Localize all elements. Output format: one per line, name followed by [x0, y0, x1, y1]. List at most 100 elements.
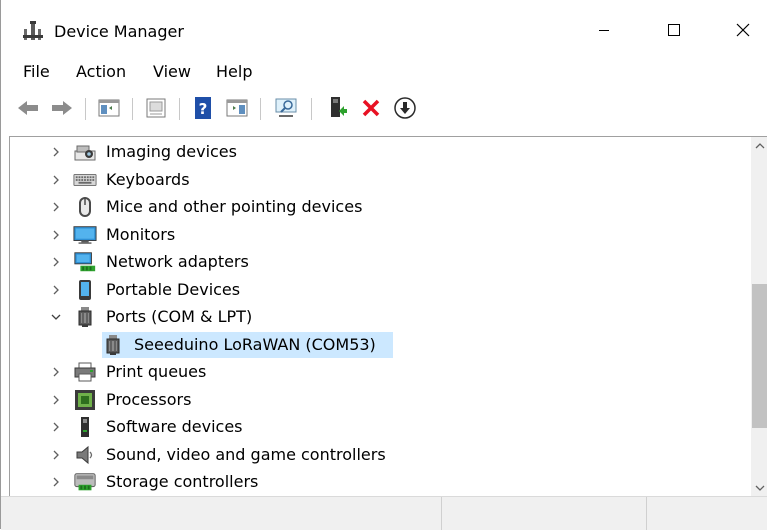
menu-file[interactable]: File	[19, 60, 54, 84]
status-bar-divider	[441, 497, 442, 530]
chevron-down-icon	[51, 314, 61, 320]
show-hide-console-tree-button[interactable]	[95, 95, 123, 121]
show-action-pane-button[interactable]	[223, 95, 251, 121]
scan-hardware-changes-icon	[275, 98, 297, 117]
expand-toggle[interactable]	[48, 227, 64, 243]
chevron-right-icon	[53, 477, 59, 487]
tree-category-item[interactable]: Mice and other pointing devices	[10, 194, 750, 220]
expand-toggle[interactable]	[48, 282, 64, 298]
chevron-right-icon	[53, 257, 59, 267]
help-button[interactable]: ?	[189, 95, 217, 121]
uninstall-device-icon	[362, 99, 380, 117]
network-adapter-icon	[73, 251, 97, 273]
close-button[interactable]	[720, 10, 766, 50]
storage-controller-icon	[73, 471, 97, 493]
tree-category-item[interactable]: Storage controllers	[10, 469, 750, 495]
device-manager-window: Device Manager File Action View Help ? I…	[0, 0, 767, 530]
scroll-up-button[interactable]	[751, 137, 767, 154]
chevron-right-icon	[53, 367, 59, 377]
toolbar-separator	[179, 98, 180, 120]
tree-category-item[interactable]: Processors	[10, 387, 750, 413]
uninstall-device-button[interactable]	[357, 95, 385, 121]
keyboard-icon	[73, 169, 97, 191]
tree-category-item[interactable]: Sound, video and game controllers	[10, 442, 750, 468]
tree-item-label: Portable Devices	[106, 279, 241, 299]
toolbar: ?	[1, 88, 767, 128]
menu-view[interactable]: View	[149, 60, 195, 84]
expand-toggle[interactable]	[48, 392, 64, 408]
forward-button[interactable]	[48, 95, 76, 121]
update-driver-icon	[331, 97, 347, 117]
tree-category-item[interactable]: Imaging devices	[10, 139, 750, 165]
port-icon	[101, 334, 125, 356]
forward-icon	[52, 101, 72, 115]
device-tree[interactable]: Imaging devices Keyboards Mice and other p…	[9, 136, 767, 496]
portable-device-icon	[73, 279, 97, 301]
scroll-thumb[interactable]	[752, 284, 767, 428]
chevron-right-icon	[53, 450, 59, 459]
tree-category-item[interactable]: Keyboards	[10, 167, 750, 193]
toolbar-separator	[311, 98, 312, 120]
help-icon: ?	[195, 97, 211, 119]
download-button[interactable]	[391, 95, 419, 121]
tree-category-item[interactable]: Monitors	[10, 222, 750, 248]
chevron-right-icon	[53, 395, 59, 404]
tree-item-label: Monitors	[106, 224, 176, 244]
menu-bar: File Action View Help	[1, 56, 767, 88]
chevron-right-icon	[53, 422, 59, 432]
mouse-icon	[73, 196, 97, 218]
expand-toggle[interactable]	[48, 447, 64, 463]
tree-category-item[interactable]: Portable Devices	[10, 277, 750, 303]
monitor-icon	[73, 224, 97, 246]
expand-toggle[interactable]	[48, 172, 64, 188]
vertical-scrollbar[interactable]	[751, 137, 767, 496]
expand-toggle[interactable]	[48, 419, 64, 435]
port-icon	[73, 306, 97, 328]
tree-item-label: Storage controllers	[106, 472, 259, 491]
chevron-right-icon	[53, 285, 59, 294]
software-device-icon	[73, 416, 97, 438]
expand-toggle[interactable]	[48, 364, 64, 380]
title-bar[interactable]: Device Manager	[1, 0, 767, 56]
tree-category-item[interactable]: Software devices	[10, 414, 750, 440]
window-title: Device Manager	[54, 22, 184, 41]
update-driver-button[interactable]	[323, 95, 351, 121]
tree-category-item[interactable]: Network adapters	[10, 249, 750, 275]
show-action-pane-icon	[226, 99, 248, 117]
tree-child-item[interactable]: Seeeduino LoRaWAN (COM53)	[10, 331, 750, 358]
tree-item-label: Mice and other pointing devices	[106, 197, 363, 216]
maximize-button[interactable]	[651, 10, 697, 50]
expand-toggle[interactable]	[48, 474, 64, 490]
chevron-right-icon	[53, 202, 59, 212]
processor-icon	[73, 389, 97, 411]
minimize-icon	[599, 30, 609, 31]
scan-hardware-changes-button[interactable]	[272, 95, 300, 121]
device-manager-app-icon	[22, 20, 44, 42]
properties-icon	[146, 98, 166, 118]
maximize-icon	[668, 24, 680, 36]
scroll-down-button[interactable]	[751, 479, 767, 496]
tree-item-label: Print queues	[106, 362, 207, 381]
tree-item-label: Sound, video and game controllers	[106, 444, 386, 464]
tree-category-item[interactable]: Print queues	[10, 359, 750, 385]
collapse-toggle[interactable]	[48, 309, 64, 325]
tree-category-item[interactable]: Ports (COM & LPT)	[10, 304, 750, 330]
expand-toggle[interactable]	[48, 199, 64, 215]
close-icon	[736, 23, 750, 37]
tree-item-label: Processors	[106, 389, 192, 409]
chevron-right-icon	[53, 175, 59, 184]
chevron-right-icon	[53, 230, 59, 239]
toolbar-separator	[132, 98, 133, 120]
show-hide-console-tree-icon	[98, 99, 120, 117]
properties-button[interactable]	[142, 95, 170, 121]
expand-toggle[interactable]	[48, 254, 64, 270]
menu-action[interactable]: Action	[72, 60, 130, 84]
menu-help[interactable]: Help	[212, 60, 256, 84]
chevron-right-icon	[53, 147, 59, 157]
camera-icon	[73, 141, 97, 163]
minimize-button[interactable]	[581, 10, 627, 50]
expand-toggle[interactable]	[48, 144, 64, 160]
back-button[interactable]	[14, 95, 42, 121]
tree-item-label: Ports (COM & LPT)	[106, 307, 253, 326]
back-icon	[18, 101, 38, 115]
